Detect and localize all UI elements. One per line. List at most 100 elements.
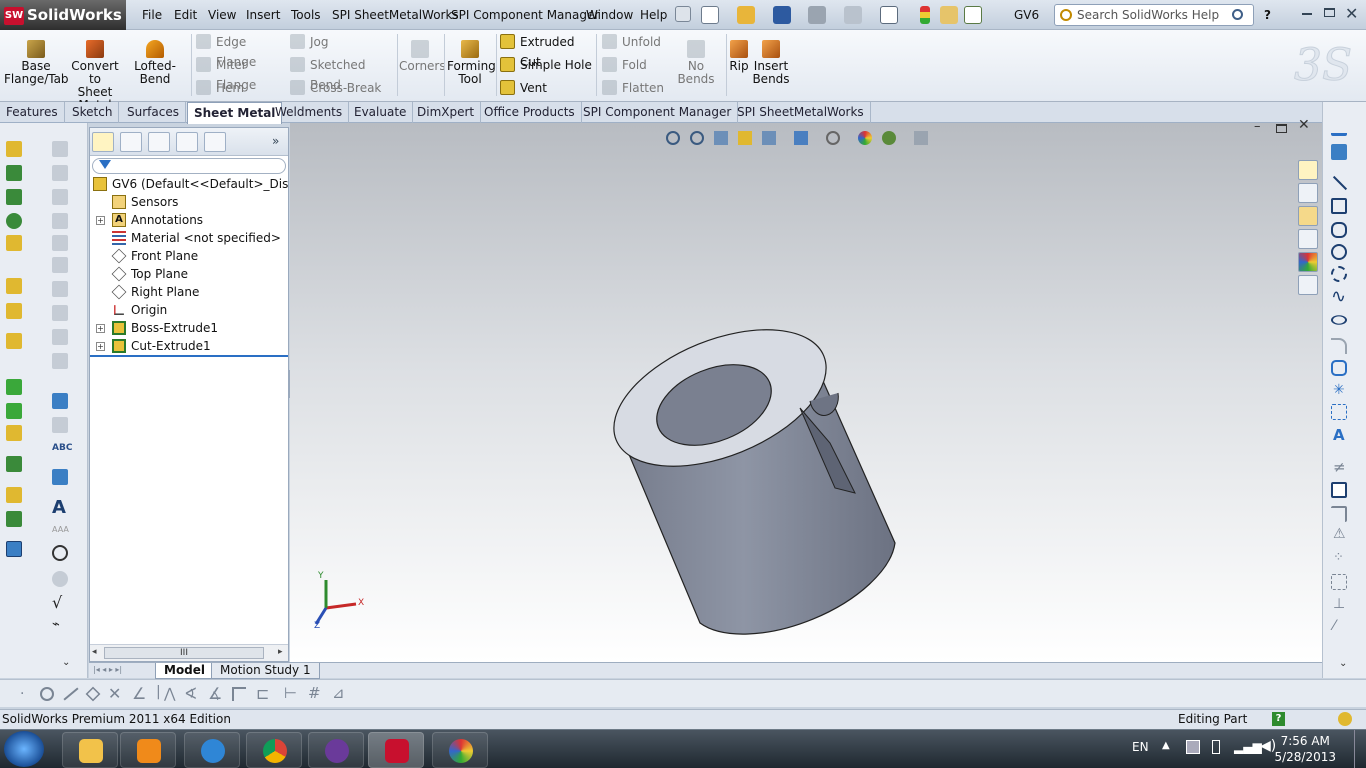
text-icon[interactable]: A	[1333, 426, 1345, 444]
tab-dimxpert[interactable]: DimXpert	[411, 102, 482, 123]
edge-flange-button[interactable]: Edge Flange	[194, 32, 286, 69]
revolve-icon[interactable]	[6, 303, 22, 319]
help-dropdown-button[interactable]: ?	[1264, 8, 1271, 22]
unfold-button[interactable]: Unfold	[600, 32, 672, 52]
print-icon[interactable]	[808, 6, 826, 24]
file-properties-icon[interactable]	[940, 6, 958, 24]
loft-icon[interactable]	[6, 403, 22, 419]
battery-icon[interactable]	[1212, 740, 1220, 754]
tree-item-top-plane[interactable]: Top Plane	[90, 265, 288, 283]
notification-icon[interactable]	[1338, 712, 1352, 726]
search-help-input[interactable]: Search SolidWorks Help	[1054, 4, 1254, 26]
tree-item-sensors[interactable]: Sensors	[90, 193, 288, 211]
dimension-icon[interactable]	[52, 393, 68, 409]
polygon-icon[interactable]	[85, 686, 101, 702]
minimize-doc-button[interactable]: –	[1254, 119, 1261, 134]
corners-button[interactable]: Corners	[399, 30, 446, 73]
rollback-bar[interactable]	[90, 355, 288, 357]
graphics-area[interactable]: – ✕ X Y Z	[290, 117, 1322, 662]
angle-dimension-icon[interactable]: ⊿	[332, 684, 345, 702]
appearances-icon[interactable]	[1298, 252, 1318, 272]
extruded-cut-button[interactable]: Extruded Cut	[498, 32, 594, 69]
close-doc-button[interactable]: ✕	[1298, 117, 1310, 133]
custom-properties-icon[interactable]	[1298, 275, 1318, 295]
reference-geometry-icon[interactable]	[6, 425, 22, 441]
menu-insert[interactable]: Insert	[246, 8, 280, 22]
expand-icon[interactable]: +	[96, 342, 105, 351]
feature-filter-input[interactable]	[92, 158, 286, 174]
circle-icon[interactable]	[1331, 244, 1347, 260]
base-flange-tab-button[interactable]: Base Flange/Tab	[4, 30, 69, 86]
polygon-icon[interactable]	[1331, 360, 1347, 376]
menu-tools[interactable]: Tools	[291, 8, 321, 22]
slot-icon[interactable]	[1331, 222, 1347, 238]
offset-entities-icon[interactable]	[1331, 506, 1347, 522]
balloon-icon[interactable]: AAA	[52, 525, 69, 534]
circle-icon[interactable]	[40, 687, 54, 701]
tree-item-material[interactable]: Material <not specified>	[90, 229, 288, 247]
format-painter-icon[interactable]	[52, 469, 68, 485]
taskbar-solidworks[interactable]	[368, 732, 424, 768]
mirror-sketch-icon[interactable]: ⚠	[1333, 526, 1346, 542]
plane-sketch-icon[interactable]	[1331, 404, 1347, 420]
menu-window[interactable]: Window	[586, 8, 633, 22]
taskbar-paint[interactable]	[432, 732, 488, 768]
tab-motion-study-1[interactable]: Motion Study 1	[211, 663, 320, 679]
dimension-icon[interactable]: ⊢	[284, 684, 297, 702]
tab-model[interactable]: Model	[155, 663, 215, 679]
home-icon[interactable]	[1298, 160, 1318, 180]
fillet-sketch-icon[interactable]	[1331, 338, 1347, 354]
zoom-to-area-icon[interactable]	[690, 131, 704, 145]
new-document-icon[interactable]	[701, 6, 719, 24]
smart-dimension-icon[interactable]	[6, 141, 22, 157]
miter-flange-button[interactable]: Miter Flange	[194, 55, 286, 92]
lofted-bend-button[interactable]: Lofted-Bend	[122, 30, 188, 86]
smart-dimension-icon[interactable]	[1331, 144, 1347, 160]
spline-icon[interactable]: ∿	[1331, 286, 1346, 307]
relation-icon[interactable]	[6, 189, 22, 205]
tab-weldments[interactable]: Weldments	[269, 102, 350, 123]
sketch-toggle-icon[interactable]	[6, 541, 22, 557]
feature-manager-tab-icon[interactable]	[92, 132, 114, 152]
tree-item-right-plane[interactable]: Right Plane	[90, 283, 288, 301]
surface-icon[interactable]	[6, 379, 22, 395]
tab-features[interactable]: Features	[0, 102, 65, 123]
fillet-icon[interactable]	[6, 333, 22, 349]
section-view-icon[interactable]	[738, 131, 752, 145]
tree-item-front-plane[interactable]: Front Plane	[90, 247, 288, 265]
extrude-boss-icon[interactable]	[6, 278, 22, 294]
tab-spi-component-manager[interactable]: SPI Component Manager	[577, 102, 739, 123]
apply-scene-icon[interactable]	[882, 131, 896, 145]
property-manager-tab-icon[interactable]	[120, 132, 142, 152]
ellipse-icon[interactable]	[1328, 313, 1350, 327]
edit-appearance-icon[interactable]	[858, 131, 872, 145]
rebuild-traffic-light-icon[interactable]	[920, 6, 930, 24]
tab-navigation-arrows-icon[interactable]: |◂ ◂ ▸ ▸|	[93, 665, 122, 674]
save-icon[interactable]	[773, 6, 791, 24]
trim-icon[interactable]: ✕	[108, 684, 121, 703]
display-manager-tab-icon[interactable]	[204, 132, 226, 152]
hide-show-items-icon[interactable]	[826, 131, 840, 145]
chamfer-icon[interactable]: ⋀	[164, 686, 175, 702]
tree-item-annotations[interactable]: + A Annotations	[90, 211, 288, 229]
tab-surfaces[interactable]: Surfaces	[121, 102, 186, 123]
insert-bends-button[interactable]: Insert Bends	[752, 30, 790, 86]
tab-office-products[interactable]: Office Products	[478, 102, 582, 123]
tab-spi-sheetmetalworks[interactable]: SPI SheetMetalWorks	[731, 102, 871, 123]
chevron-down-icon[interactable]: ⌄	[62, 657, 70, 668]
menu-file[interactable]: File	[142, 8, 162, 22]
menu-view[interactable]: View	[208, 8, 236, 22]
hem-button[interactable]: Hem	[194, 78, 286, 98]
menu-spi-sheetmetalworks[interactable]: SPI SheetMetalWorks	[332, 8, 459, 22]
forming-tool-button[interactable]: Forming Tool	[447, 30, 496, 86]
tab-evaluate[interactable]: Evaluate	[348, 102, 414, 123]
pattern-sketch-icon[interactable]: ⁘	[1333, 550, 1344, 565]
open-folder-icon[interactable]	[737, 6, 755, 24]
spell-check-icon[interactable]: ABC	[52, 443, 72, 453]
taskbar-media-app[interactable]	[308, 732, 364, 768]
repair-sketch-icon[interactable]: ⁄	[1333, 618, 1335, 634]
fold-button[interactable]: Fold	[600, 55, 672, 75]
convert-entities-icon[interactable]	[1331, 482, 1347, 498]
sketched-bend-button[interactable]: Sketched Bend	[288, 55, 394, 92]
display-style-icon[interactable]	[794, 131, 808, 145]
